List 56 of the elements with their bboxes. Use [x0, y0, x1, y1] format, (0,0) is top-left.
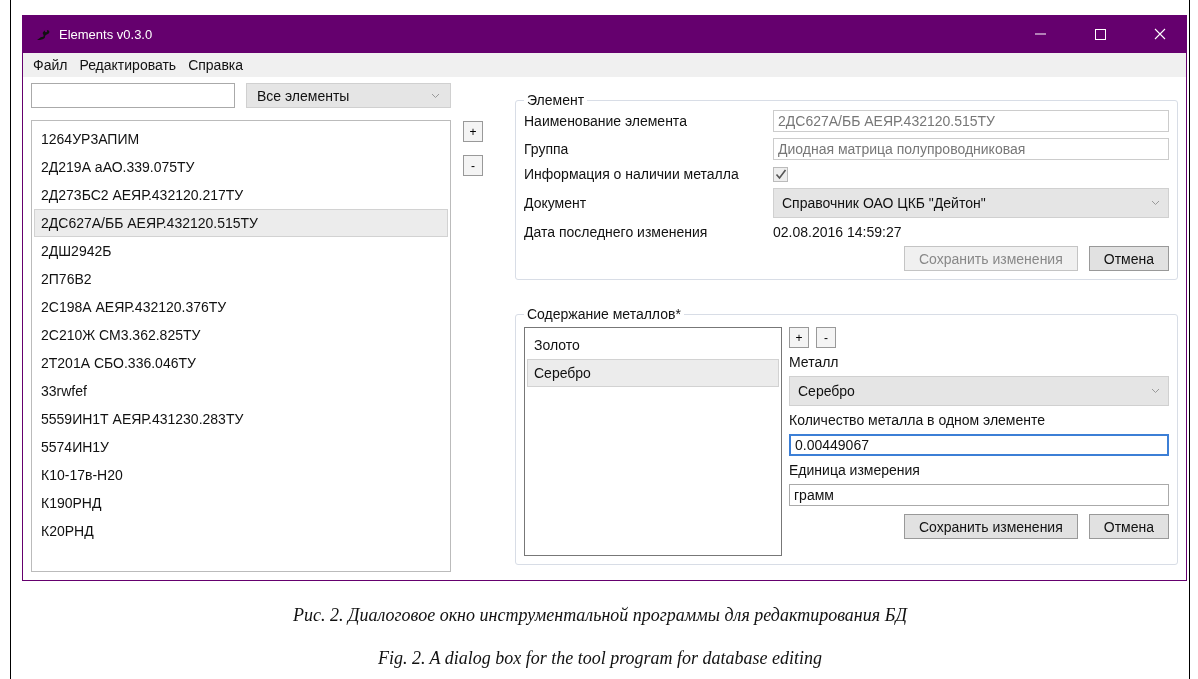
list-item[interactable]: 2П76В2	[34, 265, 448, 293]
list-item[interactable]: К20РНД	[34, 517, 448, 545]
field-label: Группа	[524, 141, 570, 157]
field-label: Информация о наличии металла	[524, 166, 740, 182]
list-item[interactable]: К10-17в-Н20	[34, 461, 448, 489]
small-button[interactable]: +	[463, 121, 483, 142]
input-field[interactable]: грамм	[789, 484, 1169, 506]
field-label: Единица измерения	[789, 462, 921, 478]
date-value: 02.08.2016 14:59:27	[773, 224, 903, 240]
button[interactable]: Сохранить изменения	[904, 514, 1078, 539]
close-icon	[1154, 28, 1166, 40]
field-label: Дата последнего изменения	[524, 224, 709, 240]
list-item[interactable]: 2С198А АЕЯР.432120.376ТУ	[34, 293, 448, 321]
panel-title: Содержание металлов*	[526, 306, 682, 322]
button[interactable]: Отмена	[1088, 246, 1169, 271]
small-button[interactable]: -	[463, 155, 483, 176]
field-label: Металл	[789, 354, 840, 370]
filter-dropdown[interactable]: Все элементы	[246, 83, 451, 108]
text-field[interactable]: Диодная матрица полупроводниковая	[773, 138, 1169, 160]
list-item[interactable]: Серебро	[527, 359, 779, 387]
list-item[interactable]: 2Д219А аАО.339.075ТУ	[34, 153, 448, 181]
list-item[interactable]: 2С210Ж СМ3.362.825ТУ	[34, 321, 448, 349]
field-label: Документ	[524, 195, 588, 211]
menu-item[interactable]: Справка	[182, 57, 250, 73]
figure-caption: Fig. 2. A dialog box for the tool program for database editing	[377, 648, 823, 669]
list-item[interactable]: 2ДШ2942Б	[34, 237, 448, 265]
list-item[interactable]: 1264УР3АПИМ	[34, 125, 448, 153]
minimize-icon	[1034, 33, 1046, 35]
list-item[interactable]: 5574ИН1У	[34, 433, 448, 461]
small-button[interactable]: +	[789, 327, 809, 348]
list-item[interactable]: 2Т201А СБО.336.046ТУ	[34, 349, 448, 377]
list-item[interactable]: Золото	[527, 331, 779, 359]
list-item[interactable]: 5559ИН1Т АЕЯР.431230.283ТУ	[34, 405, 448, 433]
button[interactable]: Отмена	[1088, 514, 1169, 539]
panel-title: Элемент	[526, 92, 586, 108]
dropdown[interactable]: Справочник ОАО ЦКБ "Дейтон"	[773, 188, 1169, 218]
field-label: Наименование элемента	[524, 113, 688, 129]
maximize-icon	[1094, 28, 1106, 40]
chevron-down-icon	[1151, 388, 1160, 394]
menu-item[interactable]: Редактировать	[73, 57, 183, 73]
search-field[interactable]	[31, 83, 235, 108]
checkbox[interactable]	[773, 166, 788, 182]
list-item[interactable]: 2Д273БС2 АЕЯР.432120.217ТУ	[34, 181, 448, 209]
chevron-down-icon	[431, 92, 440, 99]
small-button[interactable]: -	[816, 327, 836, 348]
field-label: Количество металла в одном элементе	[789, 412, 1047, 428]
window-title: Elements v0.3.0	[59, 26, 154, 42]
text-field[interactable]: 2ДС627А/ББ АЕЯР.432120.515ТУ	[773, 110, 1169, 132]
list-item[interactable]: 2ДС627А/ББ АЕЯР.432120.515ТУ	[34, 209, 448, 237]
list-item[interactable]: К190РНД	[34, 489, 448, 517]
input-field[interactable]: 0.00449067	[789, 434, 1169, 456]
list-item[interactable]: 33rwfef	[34, 377, 448, 405]
menu-item[interactable]: Файл	[27, 57, 74, 73]
chevron-down-icon	[1151, 200, 1160, 206]
figure-caption: Рис. 2. Диалоговое окно инструментальной программы для редактирования БД	[293, 605, 907, 626]
dropdown[interactable]: Серебро	[789, 376, 1169, 406]
